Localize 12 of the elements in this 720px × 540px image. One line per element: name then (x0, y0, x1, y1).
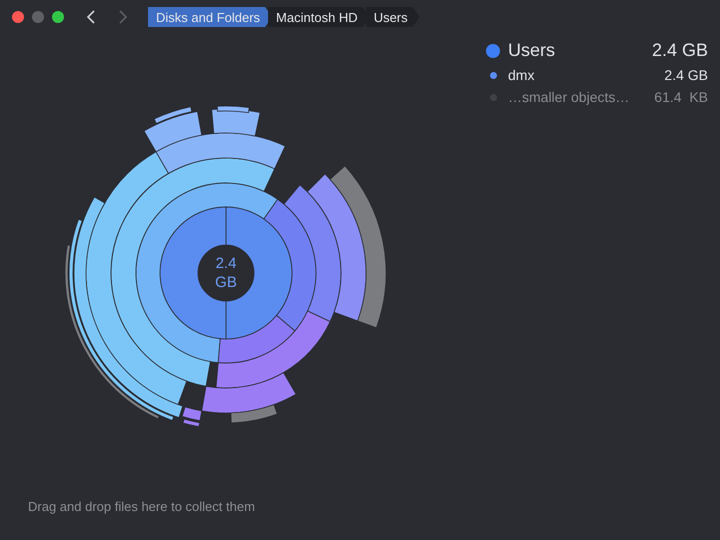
drop-hint: Drag and drop files here to collect them (28, 499, 255, 514)
item-size: 2.4 GB (664, 67, 708, 83)
back-icon[interactable] (86, 10, 96, 24)
item-name[interactable]: dmx (508, 67, 656, 83)
total-size: 2.4 GB (214, 254, 238, 292)
item-name[interactable]: …smaller objects… (508, 89, 646, 105)
item-size: 61.4 KB (654, 89, 708, 105)
folder-name: Users (508, 40, 556, 61)
breadcrumb-item[interactable]: Users (366, 7, 420, 27)
window-control[interactable] (52, 11, 64, 23)
folder-size: 2.4 GB (652, 40, 708, 61)
window-control[interactable] (12, 11, 24, 23)
